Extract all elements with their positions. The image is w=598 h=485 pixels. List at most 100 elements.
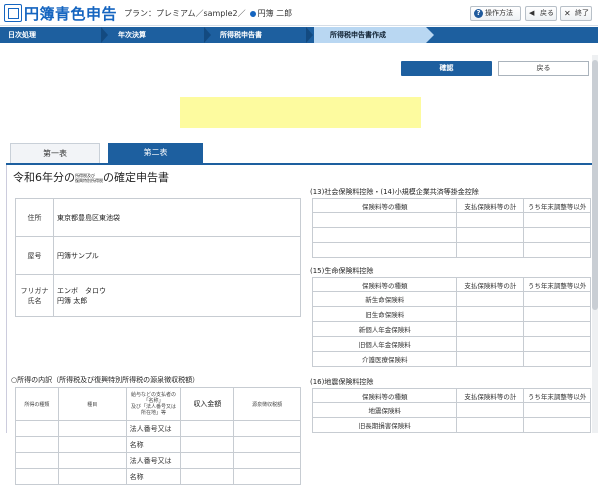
payer-name-label: 名称 xyxy=(125,436,182,453)
col-payer: 給与などの支払者の 「名称」 及び「法人番号又は 所在地」等 xyxy=(125,387,182,421)
confirm-button[interactable]: 確認 xyxy=(401,61,492,76)
address-field[interactable]: 東京都豊島区東池袋 xyxy=(53,198,301,237)
adjust-cell[interactable] xyxy=(523,417,591,433)
withholding-cell[interactable] xyxy=(233,420,301,437)
tab-sheet-2[interactable]: 第二表 xyxy=(108,143,203,163)
col-kind: 保険料等の種類 xyxy=(311,388,458,403)
help-button[interactable]: ? 操作方法 xyxy=(470,6,521,21)
withholding-cell[interactable] xyxy=(233,468,301,485)
quake-row-label: 地震保険料 xyxy=(311,402,458,418)
income-kind-cell[interactable] xyxy=(15,420,59,437)
name-field[interactable]: エンボ タロウ 円簿 太郎 xyxy=(53,274,301,317)
life-row-label: 介護医療保険料 xyxy=(311,351,458,367)
life-row-label: 新個人年金保険料 xyxy=(311,321,458,337)
user-name: 円簿 二郎 xyxy=(257,9,293,18)
income-item-cell[interactable] xyxy=(57,468,127,485)
income-kind-cell[interactable] xyxy=(15,468,59,485)
quake-row-label: 旧長期損害保険料 xyxy=(311,417,458,433)
taxpayer-info-table: 住所 東京都豊島区東池袋 屋号 円簿サンプル フリガナ 氏名 エンボ タロウ 円簿 … xyxy=(15,198,301,317)
col-kind: 保険料等の種類 xyxy=(311,277,458,292)
tab-sheet-1[interactable]: 第一表 xyxy=(10,143,100,163)
nav-separator xyxy=(204,27,211,43)
col-withholding: 源泉徴収税額 xyxy=(233,387,301,421)
plan-info: プラン：プレミアム／sample2／ 円簿 二郎 xyxy=(124,8,292,19)
title-pre: 令和6年分の xyxy=(13,171,75,184)
nav-step-annual[interactable]: 年次決算 xyxy=(118,27,146,43)
social-insurance-table: 保険料等の種類 支払保険料等の計 うち年末調整等以外 xyxy=(311,198,591,258)
paid-cell[interactable] xyxy=(456,306,525,322)
income-item-cell[interactable] xyxy=(57,452,127,469)
name-label-kanji: 氏名 xyxy=(27,296,42,305)
title-small: 所得税及び 復興特別所得税 xyxy=(75,173,103,183)
paid-cell[interactable] xyxy=(456,351,525,367)
col-item: 種目 xyxy=(57,387,127,421)
nav-step-daily[interactable]: 日次処理 xyxy=(8,27,36,43)
app-title: 円簿青色申告 xyxy=(24,5,118,23)
income-amount-cell[interactable] xyxy=(180,420,235,437)
paid-cell[interactable] xyxy=(456,291,525,307)
paid-cell[interactable] xyxy=(456,242,525,258)
title-post: の確定申告書 xyxy=(103,171,169,184)
nav-separator xyxy=(101,27,108,43)
adjust-cell[interactable] xyxy=(523,242,591,258)
kana-value: エンボ タロウ xyxy=(57,286,106,295)
social-insurance-title: (13)社会保険料控除・(14)小規模企業共済等掛金控除 xyxy=(310,188,479,196)
app-header: 円簿青色申告 プラン：プレミアム／sample2／ 円簿 二郎 ? 操作方法 ◀ … xyxy=(0,0,598,26)
corp-number-label: 法人番号又は xyxy=(125,452,182,469)
adjust-cell[interactable] xyxy=(523,227,591,243)
income-item-cell[interactable] xyxy=(57,436,127,453)
nav-step-create[interactable]: 所得税申告書作成 xyxy=(330,27,386,43)
shop-name-field[interactable]: 円簿サンプル xyxy=(53,236,301,275)
plan-label: プラン：プレミアム／sample2／ xyxy=(124,9,246,18)
kind-cell[interactable] xyxy=(311,212,458,228)
withholding-cell[interactable] xyxy=(233,452,301,469)
nav-step-active-tip xyxy=(426,27,434,43)
nav-separator xyxy=(306,27,313,43)
earthquake-insurance-table: 保険料等の種類 支払保険料等の計 うち年末調整等以外 地震保険料 旧長期損害保険… xyxy=(311,388,591,433)
shop-name-label: 屋号 xyxy=(15,236,54,275)
notice-box xyxy=(180,97,421,128)
paid-cell[interactable] xyxy=(456,402,525,418)
help-label: 操作方法 xyxy=(485,9,513,17)
col-payer-4: 所在地」等 xyxy=(140,410,166,416)
col-adjust: うち年末調整等以外 xyxy=(523,277,591,292)
income-item-cell[interactable] xyxy=(57,420,127,437)
paid-cell[interactable] xyxy=(456,227,525,243)
life-row-label: 旧生命保険料 xyxy=(311,306,458,322)
paid-cell[interactable] xyxy=(456,212,525,228)
main-content: 確認 戻る 第一表 第二表 令和6年分の所得税及び 復興特別所得税の確定申告書 住… xyxy=(0,43,598,485)
kind-cell[interactable] xyxy=(311,242,458,258)
header-back-button[interactable]: ◀ 戻る xyxy=(525,6,557,21)
help-icon: ? xyxy=(474,9,483,18)
name-value: 円簿 太郎 xyxy=(57,296,88,305)
paid-cell[interactable] xyxy=(456,336,525,352)
paid-cell[interactable] xyxy=(456,417,525,433)
adjust-cell[interactable] xyxy=(523,212,591,228)
adjust-cell[interactable] xyxy=(523,321,591,337)
income-kind-cell[interactable] xyxy=(15,436,59,453)
adjust-cell[interactable] xyxy=(523,306,591,322)
address-label: 住所 xyxy=(15,198,54,237)
col-paid: 支払保険料等の計 xyxy=(456,388,525,403)
adjust-cell[interactable] xyxy=(523,291,591,307)
income-amount-cell[interactable] xyxy=(180,468,235,485)
income-section-title: ○所得の内訳（所得税及び復興特別所得税の源泉徴収税額） xyxy=(11,376,200,384)
app-logo-icon xyxy=(4,4,22,22)
back-button[interactable]: 戻る xyxy=(498,61,589,76)
life-row-label: 旧個人年金保険料 xyxy=(311,336,458,352)
col-paid: 支払保険料等の計 xyxy=(456,277,525,292)
exit-button[interactable]: ✕ 終了 xyxy=(560,6,592,21)
adjust-cell[interactable] xyxy=(523,402,591,418)
income-amount-cell[interactable] xyxy=(180,452,235,469)
paid-cell[interactable] xyxy=(456,321,525,337)
life-row-label: 新生命保険料 xyxy=(311,291,458,307)
income-kind-cell[interactable] xyxy=(15,452,59,469)
withholding-cell[interactable] xyxy=(233,436,301,453)
nav-step-tax-return[interactable]: 所得税申告書 xyxy=(220,27,262,43)
adjust-cell[interactable] xyxy=(523,351,591,367)
step-navigation: 日次処理 年次決算 所得税申告書 所得税申告書作成 xyxy=(0,27,598,43)
scrollbar-thumb[interactable] xyxy=(592,60,598,310)
adjust-cell[interactable] xyxy=(523,336,591,352)
income-amount-cell[interactable] xyxy=(180,436,235,453)
kind-cell[interactable] xyxy=(311,227,458,243)
